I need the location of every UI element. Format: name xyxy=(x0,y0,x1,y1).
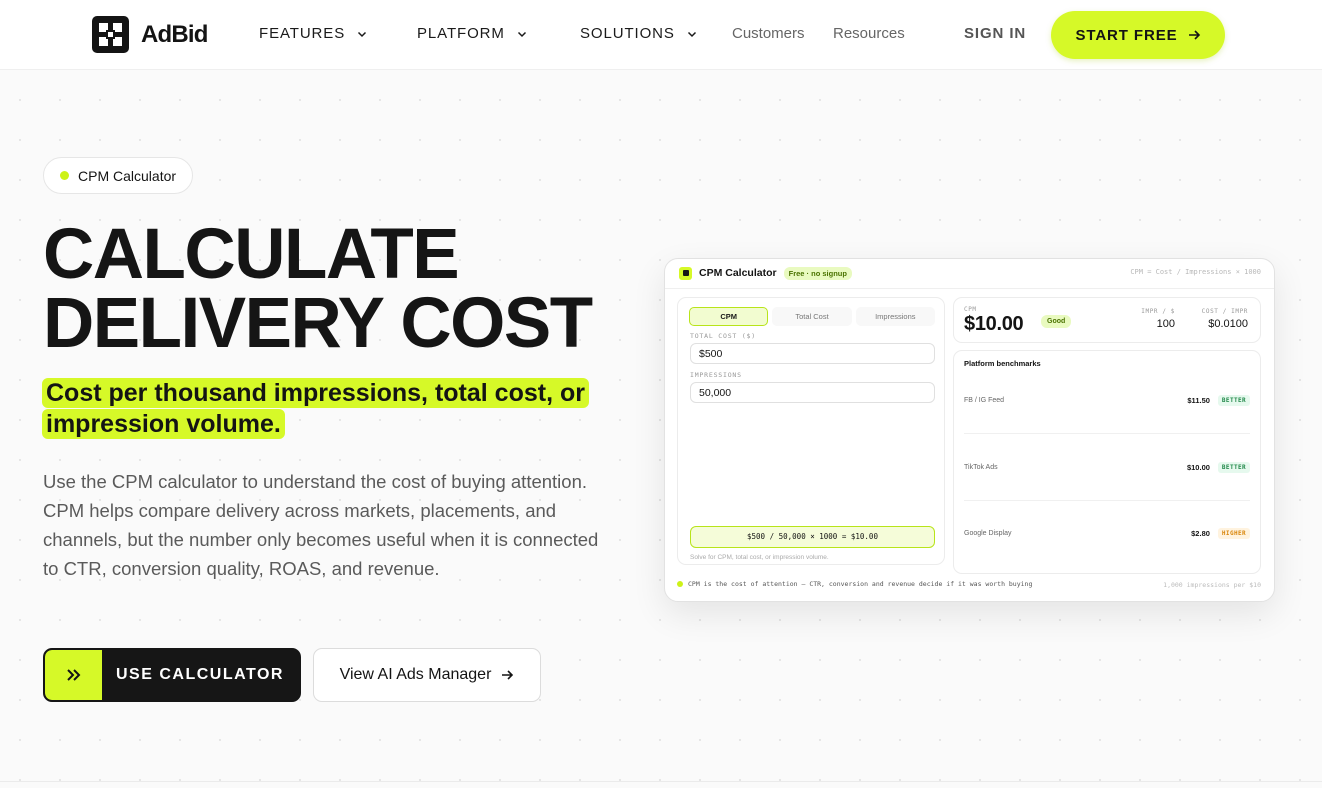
hero-subtitle: Cost per thousand impressions, total cos… xyxy=(42,378,602,440)
logo-mark-icon xyxy=(92,16,129,53)
total-cost-label: TOTAL COST ($) xyxy=(690,332,756,340)
use-calculator-button[interactable]: USE CALCULATOR xyxy=(43,648,301,702)
brand-name: AdBid xyxy=(141,20,208,48)
sign-in-link[interactable]: SIGN IN xyxy=(964,25,1026,42)
hero-subtitle-line2: impression volume. xyxy=(42,409,285,439)
view-ai-ads-manager-label: View AI Ads Manager xyxy=(339,666,492,683)
use-calculator-label: USE CALCULATOR xyxy=(116,666,284,683)
category-pill-label: CPM Calculator xyxy=(78,167,177,184)
hero-title: CALCULATE DELIVERY COST xyxy=(43,215,593,363)
card-divider xyxy=(665,288,1274,289)
calculator-logo-icon xyxy=(679,266,692,280)
nav-solutions-label: SOLUTIONS xyxy=(580,25,675,42)
start-free-label: START FREE xyxy=(1075,26,1178,44)
row-divider xyxy=(964,433,1250,434)
nav-solutions[interactable]: SOLUTIONS xyxy=(580,25,697,42)
benchmark-tag: BETTER xyxy=(1217,461,1250,473)
free-badge: Free · no signup xyxy=(783,266,852,280)
footer-note-text: CPM is the cost of attention — CTR, conv… xyxy=(688,580,1033,588)
nav-platform-label: PLATFORM xyxy=(417,25,505,42)
section-divider xyxy=(0,781,1322,782)
result-formula: $500 / 50,000 × 1000 = $10.00 xyxy=(690,526,935,548)
arrow-right-icon xyxy=(1188,30,1200,40)
row-divider xyxy=(964,500,1250,501)
hero-title-line2: DELIVERY COST xyxy=(43,284,593,363)
nav-features-label: FEATURES xyxy=(259,25,346,42)
status-dot xyxy=(677,581,683,587)
cpm-value: $10.00 xyxy=(964,313,1024,335)
benchmark-tag: HIGHER xyxy=(1217,527,1250,539)
benchmarks-panel: Platform benchmarks FB / IG Feed $11.50 … xyxy=(953,350,1261,574)
cpm-result-panel: CPM $10.00 Good IMPR / $ 100 COST / IMPR… xyxy=(953,297,1261,343)
chevron-down-icon xyxy=(687,31,696,37)
input-panel: CPM Total Cost Impressions TOTAL COST ($… xyxy=(677,297,945,565)
benchmark-name: TikTok Ads xyxy=(964,463,998,471)
card-header: CPM Calculator Free · no signup xyxy=(679,266,852,280)
brand-logo[interactable]: AdBid xyxy=(92,16,208,53)
mode-tabs: CPM Total Cost Impressions xyxy=(689,307,935,326)
arrow-right-icon xyxy=(502,670,514,680)
tab-total-cost[interactable]: Total Cost xyxy=(772,307,852,326)
benchmark-tag: BETTER xyxy=(1217,394,1250,406)
impr-per-dollar-value: 100 xyxy=(1156,318,1175,330)
impressions-label: IMPRESSIONS xyxy=(690,371,742,379)
double-chevron-right-icon xyxy=(45,650,102,700)
nav-resources[interactable]: Resources xyxy=(833,25,905,42)
impressions-input[interactable]: 50,000 xyxy=(690,382,935,403)
benchmark-row: FB / IG Feed $11.50 BETTER xyxy=(964,393,1250,407)
formula-header: CPM = Cost / Impressions × 1000 xyxy=(1130,268,1261,276)
chevron-down-icon xyxy=(517,31,526,37)
cost-per-impr-stat: COST / IMPR $0.0100 xyxy=(1202,308,1248,330)
hero-title-line1: CALCULATE xyxy=(43,215,460,294)
benchmark-price: $10.00 xyxy=(1186,462,1210,472)
benchmarks-title: Platform benchmarks xyxy=(964,359,1041,368)
footer-right-text: 1,000 impressions per $10 xyxy=(1163,581,1261,589)
impr-per-dollar-stat: IMPR / $ 100 xyxy=(1141,308,1175,330)
card-footer-note: CPM is the cost of attention — CTR, conv… xyxy=(677,580,1032,588)
cost-per-impr-value: $0.0100 xyxy=(1208,318,1248,330)
solve-note: Solve for CPM, total cost, or impression… xyxy=(690,554,829,561)
total-cost-input[interactable]: $500 xyxy=(690,343,935,364)
tab-impressions[interactable]: Impressions xyxy=(855,307,935,326)
view-ai-ads-manager-button[interactable]: View AI Ads Manager xyxy=(313,648,541,702)
top-navigation: AdBid FEATURES PLATFORM SOLUTIONS Custom… xyxy=(0,0,1322,70)
cpm-label: CPM xyxy=(964,306,977,313)
hero-subtitle-line1: Cost per thousand impressions, total cos… xyxy=(42,378,589,408)
nav-customers[interactable]: Customers xyxy=(732,25,805,42)
hero-description: Use the CPM calculator to understand the… xyxy=(43,471,599,579)
card-title: CPM Calculator xyxy=(699,267,777,279)
benchmark-row: Google Display $2.80 HIGHER xyxy=(964,526,1250,540)
benchmark-name: FB / IG Feed xyxy=(964,396,1005,404)
impr-per-dollar-label: IMPR / $ xyxy=(1141,308,1175,315)
cost-per-impr-label: COST / IMPR xyxy=(1201,308,1248,315)
benchmark-name: Google Display xyxy=(964,529,1012,537)
category-pill: CPM Calculator xyxy=(43,157,193,194)
benchmark-price: $2.80 xyxy=(1191,528,1210,538)
status-dot xyxy=(60,171,69,180)
start-free-button[interactable]: START FREE xyxy=(1051,11,1225,59)
benchmark-price: $11.50 xyxy=(1187,395,1210,405)
chevron-down-icon xyxy=(358,31,367,37)
nav-features[interactable]: FEATURES xyxy=(259,25,367,42)
benchmark-row: TikTok Ads $10.00 BETTER xyxy=(964,460,1250,474)
calculator-preview-card: CPM Calculator Free · no signup CPM = Co… xyxy=(664,258,1275,602)
tab-cpm[interactable]: CPM xyxy=(689,307,769,326)
status-badge: Good xyxy=(1041,315,1072,328)
nav-platform[interactable]: PLATFORM xyxy=(417,25,527,42)
